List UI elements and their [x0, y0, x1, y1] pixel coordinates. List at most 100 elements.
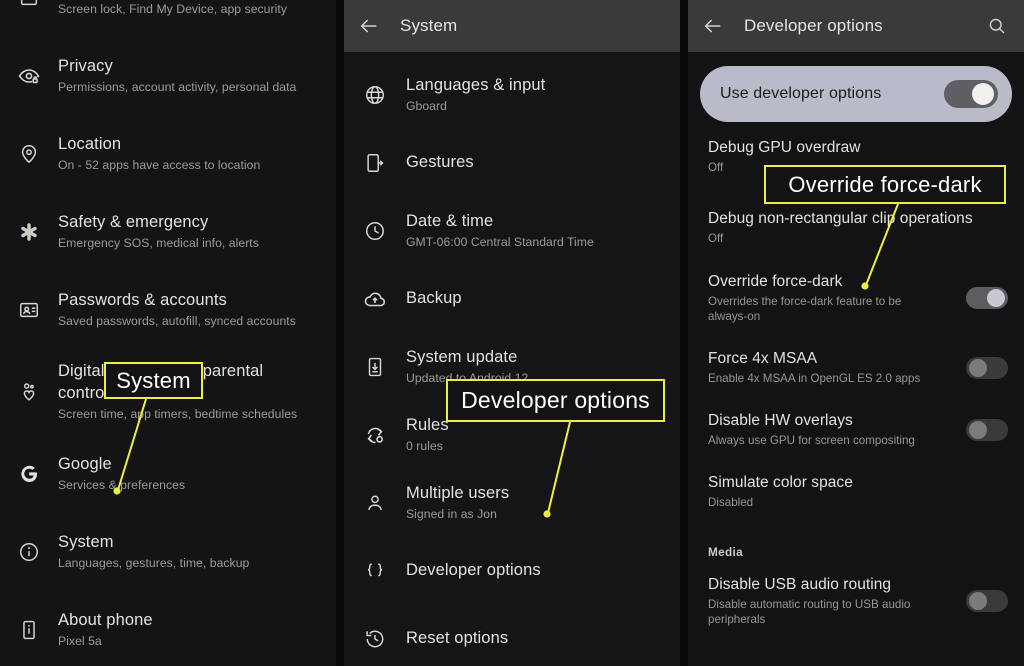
- settings-panel: Security Screen lock, Find My Device, ap…: [0, 0, 336, 666]
- settings-row-privacy[interactable]: Privacy Permissions, account activity, p…: [0, 36, 336, 114]
- system-row-title: Date & time: [406, 211, 494, 230]
- person-icon: [344, 490, 406, 514]
- toggle-thumb: [969, 358, 987, 377]
- settings-row-subtitle: Pixel 5a: [58, 633, 102, 648]
- dev-row-debug-non-rectangular-clip[interactable]: Debug non-rectangular clip operations Of…: [688, 179, 1024, 250]
- system-row-title: Reset options: [406, 628, 509, 647]
- developer-content: Use developer options Debug GPU overdraw…: [688, 66, 1024, 636]
- dev-row-title: Debug GPU overdraw: [708, 139, 861, 156]
- system-row-reset-options[interactable]: Reset options: [344, 604, 680, 666]
- system-panel: System Languages & input Gboard Gestures: [344, 0, 680, 666]
- passwords-icon: [0, 297, 58, 321]
- settings-row-location[interactable]: Location On - 52 apps have access to loc…: [0, 114, 336, 192]
- settings-row-subtitle: Permissions, account activity, personal …: [58, 79, 297, 94]
- dev-row-subtitle: Disable automatic routing to USB audio p…: [708, 598, 911, 626]
- force-4x-msaa-toggle[interactable]: [966, 356, 1008, 379]
- rules-icon: [344, 421, 406, 447]
- settings-row-subtitle: Services & preferences: [58, 477, 186, 492]
- system-row-title: Developer options: [406, 560, 541, 579]
- settings-row-title: Google: [58, 454, 112, 473]
- settings-row-about-phone[interactable]: About phone Pixel 5a: [0, 590, 336, 666]
- use-developer-options-toggle[interactable]: [944, 80, 998, 108]
- system-appbar: System: [344, 0, 680, 52]
- dev-row-subtitle: Disabled: [708, 496, 754, 509]
- toggle-thumb: [972, 83, 994, 105]
- settings-row-digital-wellbeing[interactable]: Digital Wellbeing & parental controls Sc…: [0, 348, 336, 434]
- toggle-thumb: [969, 592, 987, 610]
- system-row-date-time[interactable]: Date & time GMT-06:00 Central Standard T…: [344, 196, 680, 264]
- system-row-title: Backup: [406, 288, 462, 307]
- settings-row-title: Passwords & accounts: [58, 290, 227, 309]
- google-g-icon: [0, 460, 58, 486]
- disable-hw-overlays-toggle[interactable]: [966, 418, 1008, 441]
- settings-row-security[interactable]: Security Screen lock, Find My Device, ap…: [0, 0, 336, 36]
- settings-row-title: About phone: [58, 610, 153, 629]
- dev-row-disable-usb-audio-routing[interactable]: Disable USB audio routing Disable automa…: [688, 565, 1024, 636]
- history-icon: [344, 626, 406, 650]
- dev-row-subtitle: Overrides the force-dark feature to be a…: [708, 295, 902, 323]
- developer-options-panel: Developer options Use developer options …: [688, 0, 1024, 666]
- settings-row-title: Safety & emergency: [58, 212, 209, 231]
- settings-row-title: Location: [58, 134, 122, 153]
- system-row-title: Languages & input: [406, 75, 546, 94]
- dev-row-debug-gpu-overdraw[interactable]: Debug GPU overdraw Off: [688, 132, 1024, 179]
- settings-row-subtitle: On - 52 apps have access to location: [58, 157, 261, 172]
- settings-list: Security Screen lock, Find My Device, ap…: [0, 0, 336, 666]
- system-row-subtitle: Gboard: [406, 98, 447, 113]
- system-row-subtitle: Signed in as Jon: [406, 506, 497, 521]
- dev-row-subtitle: Always use GPU for screen compositing: [708, 434, 915, 447]
- system-list: Languages & input Gboard Gestures Date &…: [344, 52, 680, 666]
- search-icon[interactable]: [984, 16, 1010, 36]
- dev-row-title: Simulate color space: [708, 474, 853, 491]
- back-arrow-icon[interactable]: [358, 15, 400, 37]
- override-force-dark-toggle[interactable]: [966, 287, 1008, 309]
- phone-info-icon: [0, 617, 58, 641]
- dev-row-title: Override force-dark: [708, 273, 843, 290]
- system-row-backup[interactable]: Backup: [344, 264, 680, 332]
- system-row-system-update[interactable]: System update Updated to Android 12: [344, 332, 680, 400]
- system-row-rules[interactable]: Rules 0 rules: [344, 400, 680, 468]
- dev-row-override-force-dark[interactable]: Override force-dark Overrides the force-…: [688, 250, 1024, 333]
- system-update-icon: [344, 354, 406, 378]
- clock-icon: [344, 218, 406, 242]
- disable-usb-audio-routing-toggle[interactable]: [966, 590, 1008, 612]
- settings-row-subtitle: Screen lock, Find My Device, app securit…: [58, 1, 287, 16]
- location-pin-icon: [0, 141, 58, 165]
- dev-row-title: Debug non-rectangular clip operations: [708, 210, 973, 227]
- system-row-languages-input[interactable]: Languages & input Gboard: [344, 60, 680, 128]
- system-row-subtitle: GMT-06:00 Central Standard Time: [406, 234, 594, 249]
- system-appbar-title: System: [400, 16, 458, 35]
- system-row-subtitle: Updated to Android 12: [406, 370, 529, 385]
- settings-row-google[interactable]: Google Services & preferences: [0, 434, 336, 512]
- back-arrow-icon[interactable]: [702, 15, 744, 37]
- system-row-gestures[interactable]: Gestures: [344, 128, 680, 196]
- security-icon: [0, 0, 58, 9]
- settings-row-title: Privacy: [58, 56, 113, 75]
- panel-divider-1: [336, 0, 344, 666]
- system-row-title: Multiple users: [406, 483, 510, 502]
- system-row-multiple-users[interactable]: Multiple users Signed in as Jon: [344, 468, 680, 536]
- system-row-subtitle: 0 rules: [406, 438, 443, 453]
- settings-row-title: Digital Wellbeing & parental controls: [58, 362, 264, 402]
- settings-row-subtitle: Screen time, app timers, bedtime schedul…: [58, 407, 298, 421]
- settings-row-passwords-accounts[interactable]: Passwords & accounts Saved passwords, au…: [0, 270, 336, 348]
- screenshot-root: Security Screen lock, Find My Device, ap…: [0, 0, 1024, 666]
- system-row-developer-options[interactable]: Developer options: [344, 536, 680, 604]
- dev-row-title: Force 4x MSAA: [708, 350, 818, 367]
- settings-row-system[interactable]: System Languages, gestures, time, backup: [0, 512, 336, 590]
- privacy-eye-icon: [0, 62, 58, 88]
- dev-row-disable-hw-overlays[interactable]: Disable HW overlays Always use GPU for s…: [688, 395, 1024, 457]
- settings-row-title: System: [58, 532, 114, 551]
- use-developer-options-row[interactable]: Use developer options: [700, 66, 1012, 122]
- gestures-icon: [344, 150, 406, 174]
- dev-row-force-4x-msaa[interactable]: Force 4x MSAA Enable 4x MSAA in OpenGL E…: [688, 333, 1024, 395]
- dev-row-subtitle: Off: [708, 161, 724, 174]
- braces-icon: [344, 558, 406, 582]
- info-circle-icon: [0, 539, 58, 563]
- settings-row-safety-emergency[interactable]: Safety & emergency Emergency SOS, medica…: [0, 192, 336, 270]
- panel-divider-2: [680, 0, 688, 666]
- dev-row-simulate-color-space[interactable]: Simulate color space Disabled: [688, 457, 1024, 519]
- system-row-title: System update: [406, 347, 518, 366]
- system-row-title: Gestures: [406, 152, 474, 171]
- system-row-title: Rules: [406, 415, 449, 434]
